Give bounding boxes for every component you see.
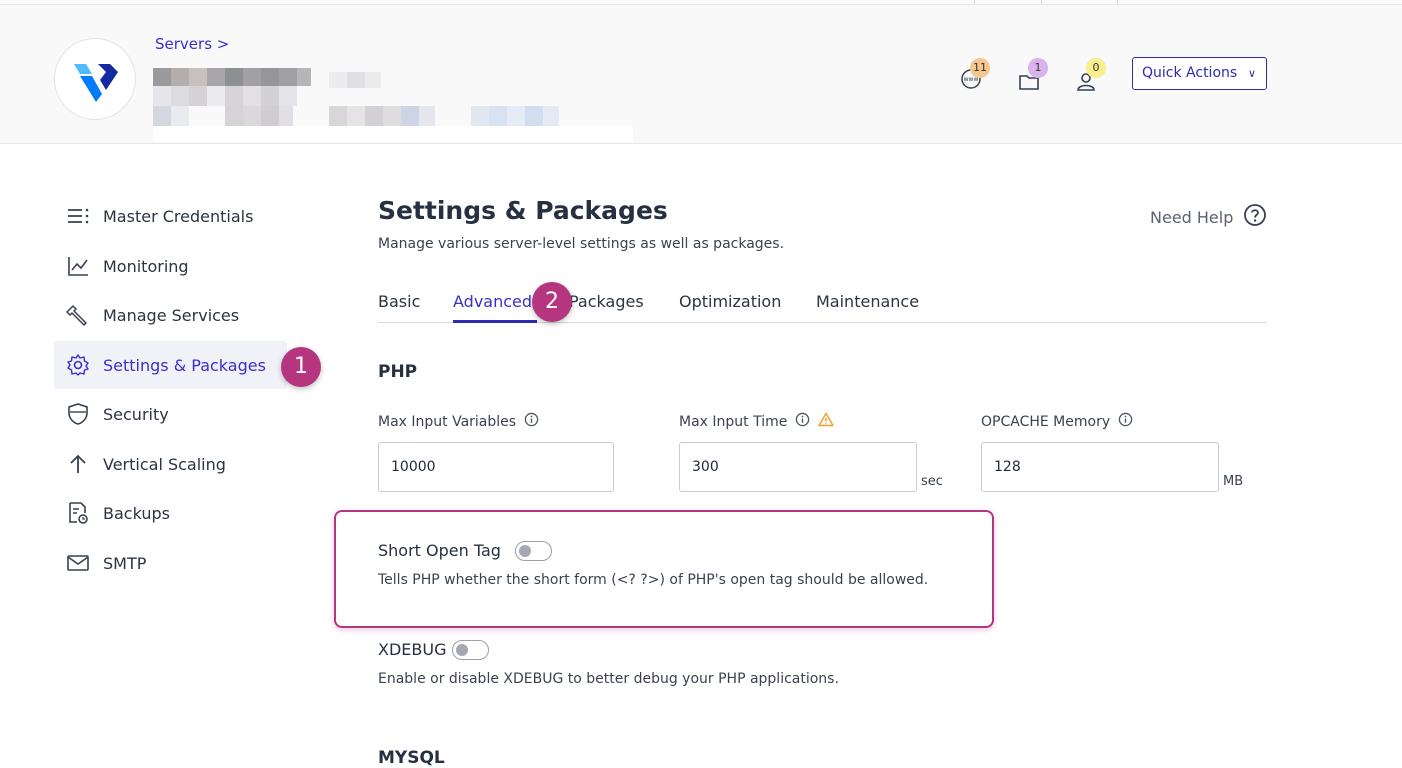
step-marker-2: 2: [532, 282, 572, 322]
sidebar-item-manage-services[interactable]: Manage Services: [54, 291, 287, 339]
arrow-up-icon: [66, 452, 90, 476]
tab-optimization[interactable]: Optimization: [679, 292, 781, 311]
page-subtitle: Manage various server-level settings as …: [378, 236, 785, 252]
tab-maintenance[interactable]: Maintenance: [816, 292, 919, 311]
sidebar-item-label: Settings & Packages: [103, 355, 266, 375]
sidebar-item-label: Vertical Scaling: [103, 454, 226, 474]
field-label: OPCACHE Memory: [981, 413, 1111, 430]
tab-basic[interactable]: Basic: [378, 292, 420, 311]
info-icon[interactable]: [1118, 412, 1133, 431]
help-circle-icon: [1243, 203, 1267, 231]
sidebar-item-label: Master Credentials: [103, 206, 254, 226]
sidebar-item-monitoring[interactable]: Monitoring: [54, 242, 287, 290]
highlight-box: [334, 510, 994, 628]
tab-advanced[interactable]: Advanced: [453, 292, 532, 311]
quick-actions-label: Quick Actions: [1142, 65, 1238, 81]
short-open-tag-title: Short Open Tag: [378, 541, 501, 560]
vultr-logo-icon: [74, 64, 118, 102]
backup-icon: [66, 501, 90, 525]
server-header: Servers > www 11 1 0 Quick Actions ∨: [0, 5, 1402, 144]
php-heading: PHP: [378, 362, 418, 382]
sidebar-item-label: Manage Services: [103, 305, 240, 325]
info-icon[interactable]: [795, 412, 810, 431]
redacted-server-info: [153, 68, 633, 142]
shield-icon: [66, 402, 90, 426]
folder-count-badge: 1: [1028, 58, 1048, 78]
toggle-knob: [519, 544, 531, 557]
page-title: Settings & Packages: [378, 196, 668, 225]
max-input-time-label: Max Input Time: [679, 412, 835, 431]
sidebar-item-settings-packages[interactable]: Settings & Packages: [54, 341, 287, 389]
sidebar-item-label: SMTP: [103, 553, 147, 573]
user-count-badge: 0: [1086, 58, 1106, 78]
chart-line-icon: [66, 254, 90, 278]
gear-icon: [66, 353, 90, 377]
xdebug-toggle[interactable]: [452, 640, 489, 660]
tab-packages[interactable]: Packages: [569, 292, 644, 311]
wrench-icon: [66, 303, 90, 327]
sidebar-item-smtp[interactable]: SMTP: [54, 539, 287, 587]
max-input-time-field[interactable]: 300: [679, 442, 917, 492]
sidebar-item-security[interactable]: Security: [54, 390, 287, 438]
short-open-tag-description: Tells PHP whether the short form (<? ?>)…: [378, 572, 929, 588]
list-icon: [66, 204, 90, 228]
sidebar-item-label: Security: [103, 404, 169, 424]
opcache-memory-unit: MB: [1223, 474, 1244, 489]
xdebug-title: XDEBUG: [378, 640, 447, 659]
mail-icon: [66, 551, 90, 575]
opcache-memory-label: OPCACHE Memory: [981, 412, 1133, 431]
max-input-variables-label: Max Input Variables: [378, 412, 539, 431]
active-tab-underline: [453, 320, 537, 323]
need-help-link[interactable]: Need Help: [1150, 203, 1267, 231]
settings-tabs: Basic Advanced Packages Optimization Mai…: [378, 288, 1267, 323]
xdebug-description: Enable or disable XDEBUG to better debug…: [378, 671, 839, 687]
vultr-logo: [54, 38, 136, 120]
opcache-memory-field[interactable]: 128: [981, 442, 1219, 492]
max-input-variables-field[interactable]: 10000: [378, 442, 614, 492]
need-help-label: Need Help: [1150, 207, 1234, 227]
sidebar-item-vertical-scaling[interactable]: Vertical Scaling: [54, 440, 287, 488]
max-input-time-unit: sec: [921, 474, 943, 489]
quick-actions-button[interactable]: Quick Actions ∨: [1132, 57, 1267, 90]
info-icon[interactable]: [524, 412, 539, 431]
field-label: Max Input Time: [679, 413, 788, 430]
sidebar-item-label: Monitoring: [103, 256, 189, 276]
sidebar-item-label: Backups: [103, 503, 170, 523]
sidebar-item-backups[interactable]: Backups: [54, 489, 287, 537]
step-marker-1: 1: [281, 347, 321, 387]
warning-icon[interactable]: [818, 412, 835, 431]
mysql-heading: MYSQL: [378, 748, 445, 768]
chevron-down-icon: ∨: [1247, 67, 1256, 80]
breadcrumb-servers[interactable]: Servers >: [155, 35, 229, 53]
www-count-badge: 11: [970, 58, 990, 78]
toggle-knob: [456, 643, 468, 656]
sidebar-item-master-credentials[interactable]: Master Credentials: [54, 192, 287, 240]
short-open-tag-toggle[interactable]: [515, 541, 552, 561]
field-label: Max Input Variables: [378, 413, 517, 430]
